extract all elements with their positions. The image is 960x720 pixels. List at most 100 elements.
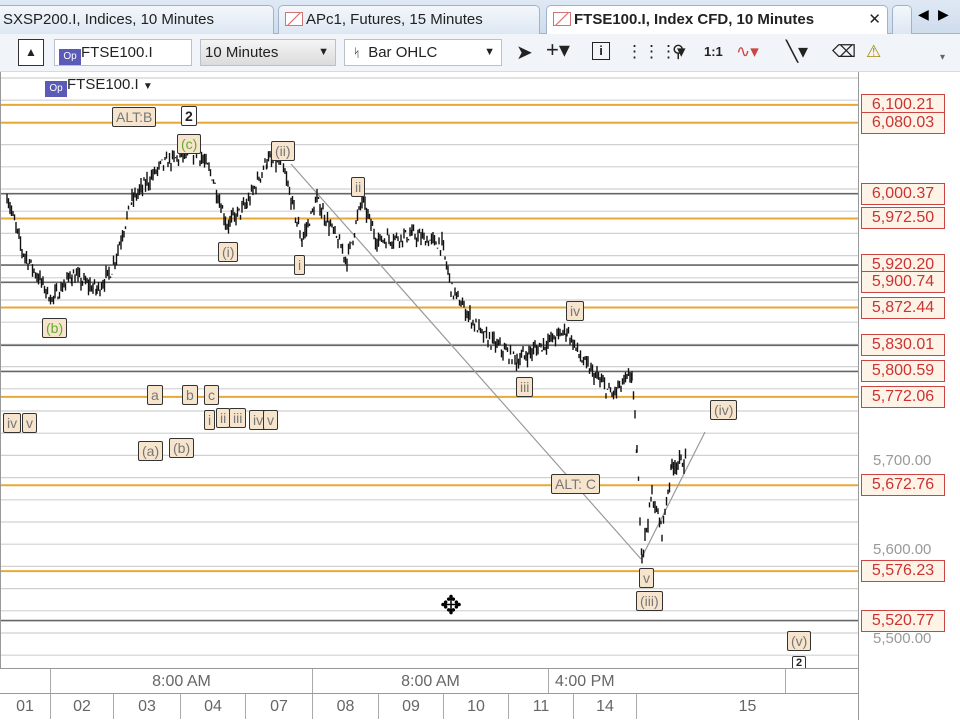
op-badge: Op xyxy=(59,49,81,65)
chevron-down-icon: ▼ xyxy=(142,81,153,92)
tab-label: APc1, Futures, 15 Minutes xyxy=(306,11,483,28)
x-day-label: 07 xyxy=(245,694,312,719)
legend-symbol: FTSE100.I xyxy=(67,76,139,93)
wave-label[interactable]: (iii) xyxy=(636,591,663,611)
eraser-icon[interactable]: ⌫ xyxy=(832,42,856,62)
symbol-input[interactable]: Op FTSE100.I xyxy=(54,39,192,66)
chart-icon xyxy=(285,12,303,26)
collapse-button[interactable]: ▲ xyxy=(18,39,44,66)
wave-label[interactable]: (ii) xyxy=(271,141,295,161)
wave-label[interactable]: ii xyxy=(351,177,366,197)
price-level-label[interactable]: 5,772.06 xyxy=(861,385,945,408)
tab-apc1[interactable]: APc1, Futures, 15 Minutes xyxy=(278,5,540,34)
price-chart[interactable]: Op FTSE100.I ▼ ALT:B 2 (c) (ii) ii (i) i … xyxy=(0,72,858,668)
wave-label[interactable]: 2 xyxy=(181,106,197,126)
wave-label[interactable]: (iv) xyxy=(710,400,738,420)
wave-label[interactable]: (i) xyxy=(218,242,239,262)
time-axis-days: 01 02 03 04 07 08 09 10 11 14 15 xyxy=(0,693,858,720)
pointer-icon[interactable]: ➤ xyxy=(516,40,533,65)
price-level-label[interactable]: 5,672.76 xyxy=(861,474,945,497)
x-day-label: 10 xyxy=(443,694,508,719)
pan-move-icon[interactable]: ✥ xyxy=(434,588,468,622)
tab-ftse100[interactable]: FTSE100.I, Index CFD, 10 Minutes ✕ xyxy=(546,5,888,35)
tab-bar: SXSP200.I, Indices, 10 Minutes APc1, Fut… xyxy=(0,0,960,35)
x-day-label: 08 xyxy=(312,694,378,719)
price-level-label[interactable]: 6,000.37 xyxy=(861,182,945,205)
scroll-tabs-left-icon[interactable]: ◀ xyxy=(918,6,929,23)
op-badge: Op xyxy=(45,81,67,97)
interval-value: 10 Minutes xyxy=(205,44,279,61)
symbol-value: FTSE100.I xyxy=(81,44,153,61)
price-level-label[interactable]: 5,900.74 xyxy=(861,271,945,294)
zoom-reset-button[interactable]: 1:1 xyxy=(704,44,723,59)
price-level-label[interactable]: 5,576.23 xyxy=(861,560,945,583)
alert-icon[interactable]: ⚠ xyxy=(866,42,881,62)
y-tick: 5,500.00 xyxy=(873,630,932,647)
tab-label: SXSP200.I, Indices, 10 Minutes xyxy=(3,11,214,28)
wave-label[interactable]: v xyxy=(22,413,37,433)
wave-label[interactable]: (v) xyxy=(787,631,812,651)
wave-label[interactable]: (b) xyxy=(169,438,195,458)
toolbar: ▲ Op FTSE100.I 10 Minutes ▼ ᛋ Bar OHLC ▼ ➤ +… xyxy=(0,34,960,72)
close-tab-icon[interactable]: ✕ xyxy=(868,6,881,34)
price-level-label[interactable]: 5,800.59 xyxy=(861,360,945,383)
zoom-icon[interactable]: ⚲ xyxy=(672,42,684,62)
wave-label[interactable]: iii xyxy=(516,377,534,397)
x-day-label: 02 xyxy=(50,694,113,719)
x-day-label: 15 xyxy=(636,694,858,719)
wave-label[interactable]: i xyxy=(294,255,306,275)
wave-label[interactable]: c xyxy=(204,385,219,405)
chart-legend[interactable]: Op FTSE100.I ▼ xyxy=(45,76,153,97)
wave-label[interactable]: 2 xyxy=(792,656,807,668)
wave-label[interactable]: ALT: C xyxy=(551,474,600,494)
indicator-icon[interactable]: ∿▾ xyxy=(736,42,759,62)
y-tick: 5,700.00 xyxy=(873,452,932,469)
price-level-label[interactable]: 5,972.50 xyxy=(861,207,945,230)
y-tick: 5,600.00 xyxy=(873,541,932,558)
chart-type-value: Bar OHLC xyxy=(368,44,438,61)
x-day-label: 04 xyxy=(180,694,245,719)
x-day-label: 01 xyxy=(16,698,34,715)
trend-line xyxy=(640,431,706,560)
chart-icon xyxy=(553,12,571,26)
scroll-tabs-right-icon[interactable]: ▶ xyxy=(938,6,949,23)
chevron-down-icon: ▼ xyxy=(484,46,495,58)
time-axis-sessions: 8:00 AM 8:00 AM 4:00 PM xyxy=(0,668,858,694)
line-tool-icon[interactable]: ╲▾ xyxy=(786,39,808,64)
tab-label: FTSE100.I, Index CFD, 10 Minutes xyxy=(574,11,815,28)
price-level-label[interactable]: 5,830.01 xyxy=(861,334,945,357)
price-level-label[interactable]: 5,872.44 xyxy=(861,296,945,319)
wave-label[interactable]: i xyxy=(204,410,216,430)
wave-label[interactable]: a xyxy=(147,385,163,405)
tab-overflow[interactable] xyxy=(892,5,912,34)
x-day-label: 14 xyxy=(573,694,636,719)
price-level-label[interactable]: 6,080.03 xyxy=(861,111,945,134)
interval-select[interactable]: 10 Minutes ▼ xyxy=(200,39,336,66)
wave-label[interactable]: iv xyxy=(3,413,22,433)
x-day-label: 09 xyxy=(378,694,443,719)
wave-label[interactable]: iv xyxy=(566,301,585,321)
toolbar-overflow-icon[interactable]: ▾ xyxy=(940,52,945,63)
wave-label[interactable]: (c) xyxy=(177,134,202,154)
wave-label[interactable]: (a) xyxy=(138,441,164,461)
x-session-label: 4:00 PM xyxy=(548,669,785,694)
tab-sxsp200[interactable]: SXSP200.I, Indices, 10 Minutes xyxy=(0,5,274,34)
price-axis[interactable]: 6,100.21 6,080.03 6,000.37 5,972.50 5,920.20… xyxy=(858,72,960,720)
x-day-label: 11 xyxy=(508,694,573,719)
chart-type-select[interactable]: ᛋ Bar OHLC ▼ xyxy=(344,39,502,66)
x-session-spacer xyxy=(785,669,858,694)
wave-label[interactable]: (b) xyxy=(42,318,68,338)
wave-label[interactable]: ALT:B xyxy=(112,107,157,127)
price-level-label[interactable]: 5,520.77 xyxy=(861,609,945,632)
wave-label[interactable]: iii xyxy=(229,408,247,428)
wave-label[interactable]: v xyxy=(263,410,278,430)
x-session-label: 8:00 AM xyxy=(312,669,548,694)
wave-label[interactable]: b xyxy=(182,385,198,405)
x-day-label: 03 xyxy=(113,694,180,719)
chevron-down-icon: ▼ xyxy=(318,46,329,58)
crosshair-icon[interactable]: +▾ xyxy=(546,37,570,63)
info-icon[interactable]: i xyxy=(592,42,610,60)
x-session-label: 8:00 AM xyxy=(50,669,312,694)
wave-label[interactable]: v xyxy=(639,568,654,588)
chart-canvas xyxy=(1,77,858,656)
